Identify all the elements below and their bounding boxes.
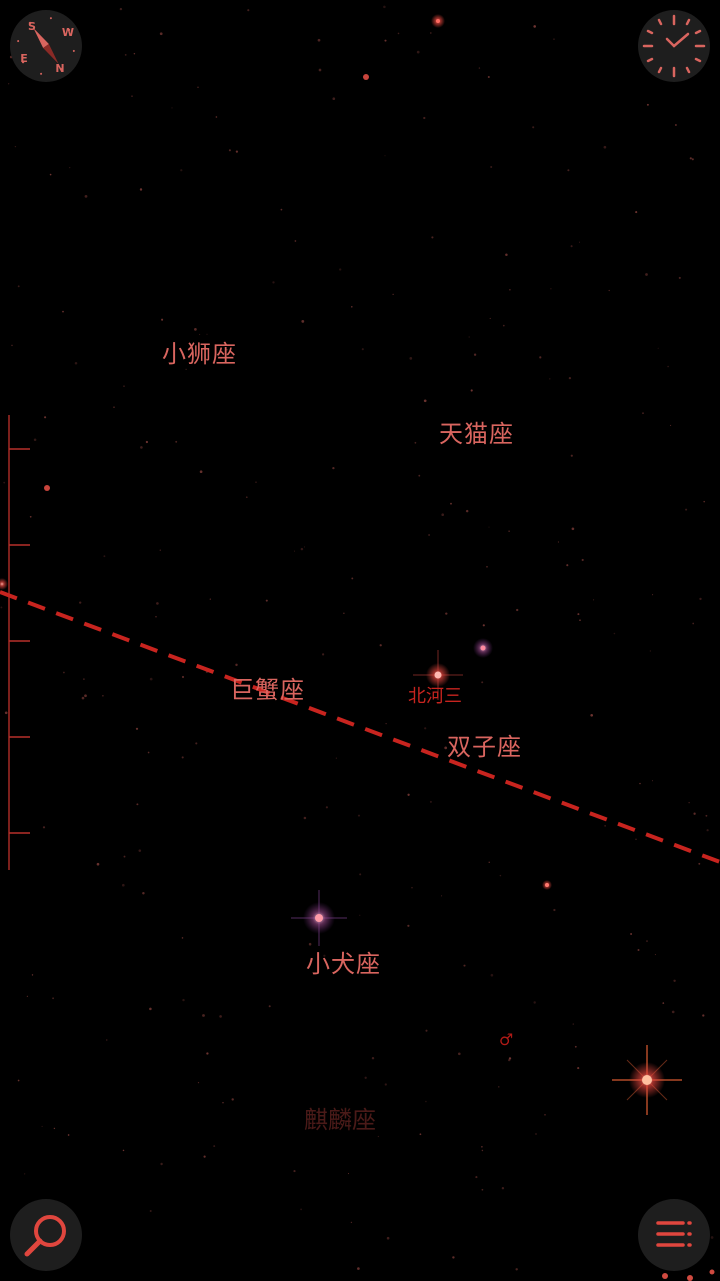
compass-n-label: N	[55, 62, 64, 75]
constellation-label-leo-minor[interactable]: 小狮座	[162, 334, 237, 369]
search-icon	[24, 1215, 66, 1257]
mars-icon[interactable]: ♂	[499, 1030, 513, 1049]
compass-w-label: W	[62, 26, 74, 39]
time-button[interactable]	[638, 10, 710, 82]
constellation-label-canis-minor[interactable]: 小犬座	[306, 944, 381, 979]
constellation-label-gemini[interactable]: 双子座	[447, 727, 522, 762]
compass-icon: S W E N	[17, 17, 75, 75]
menu-button[interactable]	[638, 1199, 710, 1271]
altitude-scale	[8, 415, 30, 870]
compass-e-label: E	[20, 52, 28, 65]
compass-s-label: S	[28, 20, 36, 33]
constellation-label-lynx[interactable]: 天猫座	[439, 414, 514, 449]
search-button[interactable]	[10, 1199, 82, 1271]
star-bright-marker	[612, 1045, 682, 1115]
sky-view[interactable]: 小狮座 天猫座 巨蟹座 双子座 小犬座 麒麟座 北河三 ♂ S W E N	[0, 0, 720, 1281]
constellation-label-monoceros[interactable]: 麒麟座	[304, 1100, 376, 1135]
constellation-label-cancer[interactable]: 巨蟹座	[230, 670, 305, 705]
clock-icon	[642, 14, 706, 78]
star-field	[0, 5, 720, 1281]
star-procyon-marker	[291, 890, 347, 946]
ecliptic-line	[0, 590, 720, 864]
star-label-castor[interactable]: 北河三	[408, 682, 462, 708]
compass-button[interactable]: S W E N	[10, 10, 82, 82]
menu-icon	[656, 1221, 692, 1247]
